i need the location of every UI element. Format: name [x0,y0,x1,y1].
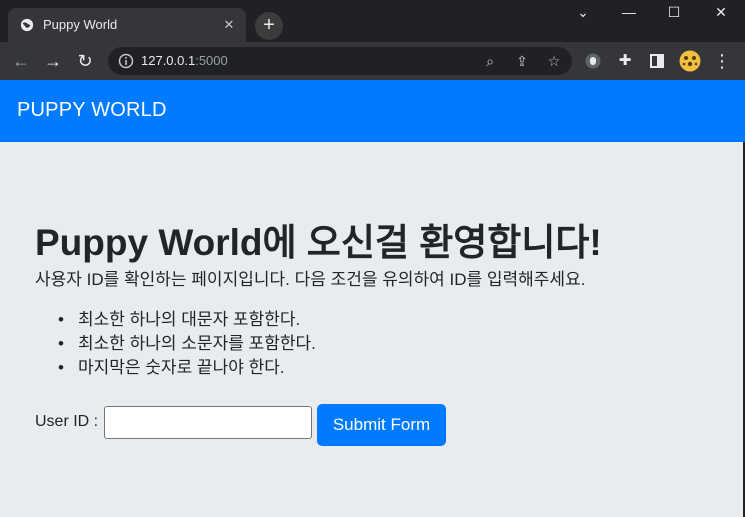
reload-icon[interactable]: ↻ [72,48,98,74]
submit-button[interactable]: Submit Form [317,404,446,446]
share-icon[interactable]: ⇪ [512,51,532,71]
browser-tab[interactable]: Puppy World ✕ [8,8,246,42]
navbar: PUPPY WORLD [0,80,745,142]
extension-icon[interactable] [585,53,601,69]
web-page: PUPPY WORLD Puppy World에 오신걸 환영합니다! 사용자 … [0,80,745,517]
star-icon[interactable]: ☆ [544,51,564,71]
title-brand: Puppy World [35,222,263,263]
tab-strip: Puppy World ✕ + ⌄ — ☐ ✕ [0,0,745,42]
page-title: Puppy World에 오신걸 환영합니다! [35,212,602,266]
close-icon[interactable]: ✕ [220,16,238,34]
title-exclamation: ! [589,222,602,263]
kebab-menu-icon[interactable]: ⋮ [709,48,735,74]
url-text[interactable]: 127.0.0.1:5000 [141,53,228,68]
rules-list: 최소한 하나의 대문자 포함한다. 최소한 하나의 소문자를 포함한다. 마지막… [58,308,316,380]
browser-toolbar: ← → ↻ 127.0.0.1:5000 ⌕ ⇪ ☆ ✚ ⋮ [0,42,745,80]
back-arrow-icon[interactable]: ← [8,48,34,74]
rule-item: 최소한 하나의 소문자를 포함한다. [58,332,316,356]
user-id-input[interactable] [104,406,312,439]
minimize-icon[interactable]: — [606,0,652,24]
chevron-down-icon[interactable]: ⌄ [560,0,606,24]
forward-arrow-icon[interactable]: → [40,48,66,74]
lead-text: 사용자 ID를 확인하는 페이지입니다. 다음 조건을 유의하여 ID를 입력해… [35,270,586,289]
profile-avatar[interactable] [679,50,701,72]
sidepanel-icon[interactable] [650,54,664,68]
info-icon[interactable] [118,53,134,69]
plus-icon[interactable]: + [255,12,283,40]
title-welcome: 에 오신걸 환영합니다 [262,222,590,263]
rule-item: 마지막은 숫자로 끝나야 한다. [58,356,316,380]
address-bar[interactable]: 127.0.0.1:5000 ⌕ ⇪ ☆ [108,47,572,75]
rule-item: 최소한 하나의 대문자 포함한다. [58,308,316,332]
tab-title: Puppy World [43,17,118,32]
navbar-brand[interactable]: PUPPY WORLD [17,99,167,122]
close-window-icon[interactable]: ✕ [698,0,744,24]
user-id-label: User ID : [35,413,99,430]
zoom-icon[interactable]: ⌕ [480,51,500,71]
puzzle-icon[interactable]: ✚ [612,48,638,74]
globe-icon [20,18,34,32]
maximize-icon[interactable]: ☐ [651,0,697,24]
